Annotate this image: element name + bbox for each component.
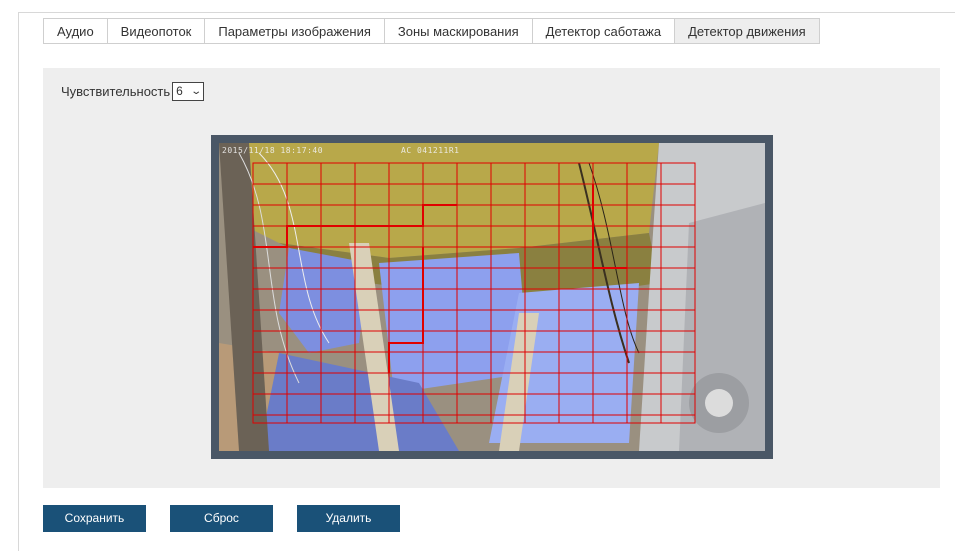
delete-button[interactable]: Удалить [297,505,400,532]
tab-bar: Аудио Видеопоток Параметры изображения З… [43,18,820,44]
tab-audio[interactable]: Аудио [43,18,107,44]
tab-privacy-masks[interactable]: Зоны маскирования [383,18,532,44]
tab-motion-detector[interactable]: Детектор движения [674,18,820,44]
video-timestamp: 2015/11/18 18:17:40 [222,146,324,155]
camera-preview[interactable]: 2015/11/18 18:17:40 AC 041211R1 [219,143,765,451]
tab-image-params[interactable]: Параметры изображения [204,18,384,44]
chevron-down-icon: ⌄ [190,85,202,97]
video-frame: 2015/11/18 18:17:40 AC 041211R1 [211,135,773,459]
sensitivity-value: 6 [176,84,183,98]
sensitivity-select[interactable]: 6 ⌄ [172,81,205,101]
camera-scene [219,143,765,451]
sensitivity-label: Чувствительность [61,83,171,99]
motion-detector-panel: Чувствительность 6 ⌄ 2015/11/18 18:17:40… [43,68,940,488]
save-button[interactable]: Сохранить [43,505,146,532]
reset-button[interactable]: Сброс [170,505,273,532]
tab-tamper-detector[interactable]: Детектор саботажа [531,18,675,44]
tab-video-stream[interactable]: Видеопоток [106,18,205,44]
sensitivity-row: Чувствительность 6 ⌄ [61,81,205,101]
video-camera-id: AC 041211R1 [401,146,460,155]
